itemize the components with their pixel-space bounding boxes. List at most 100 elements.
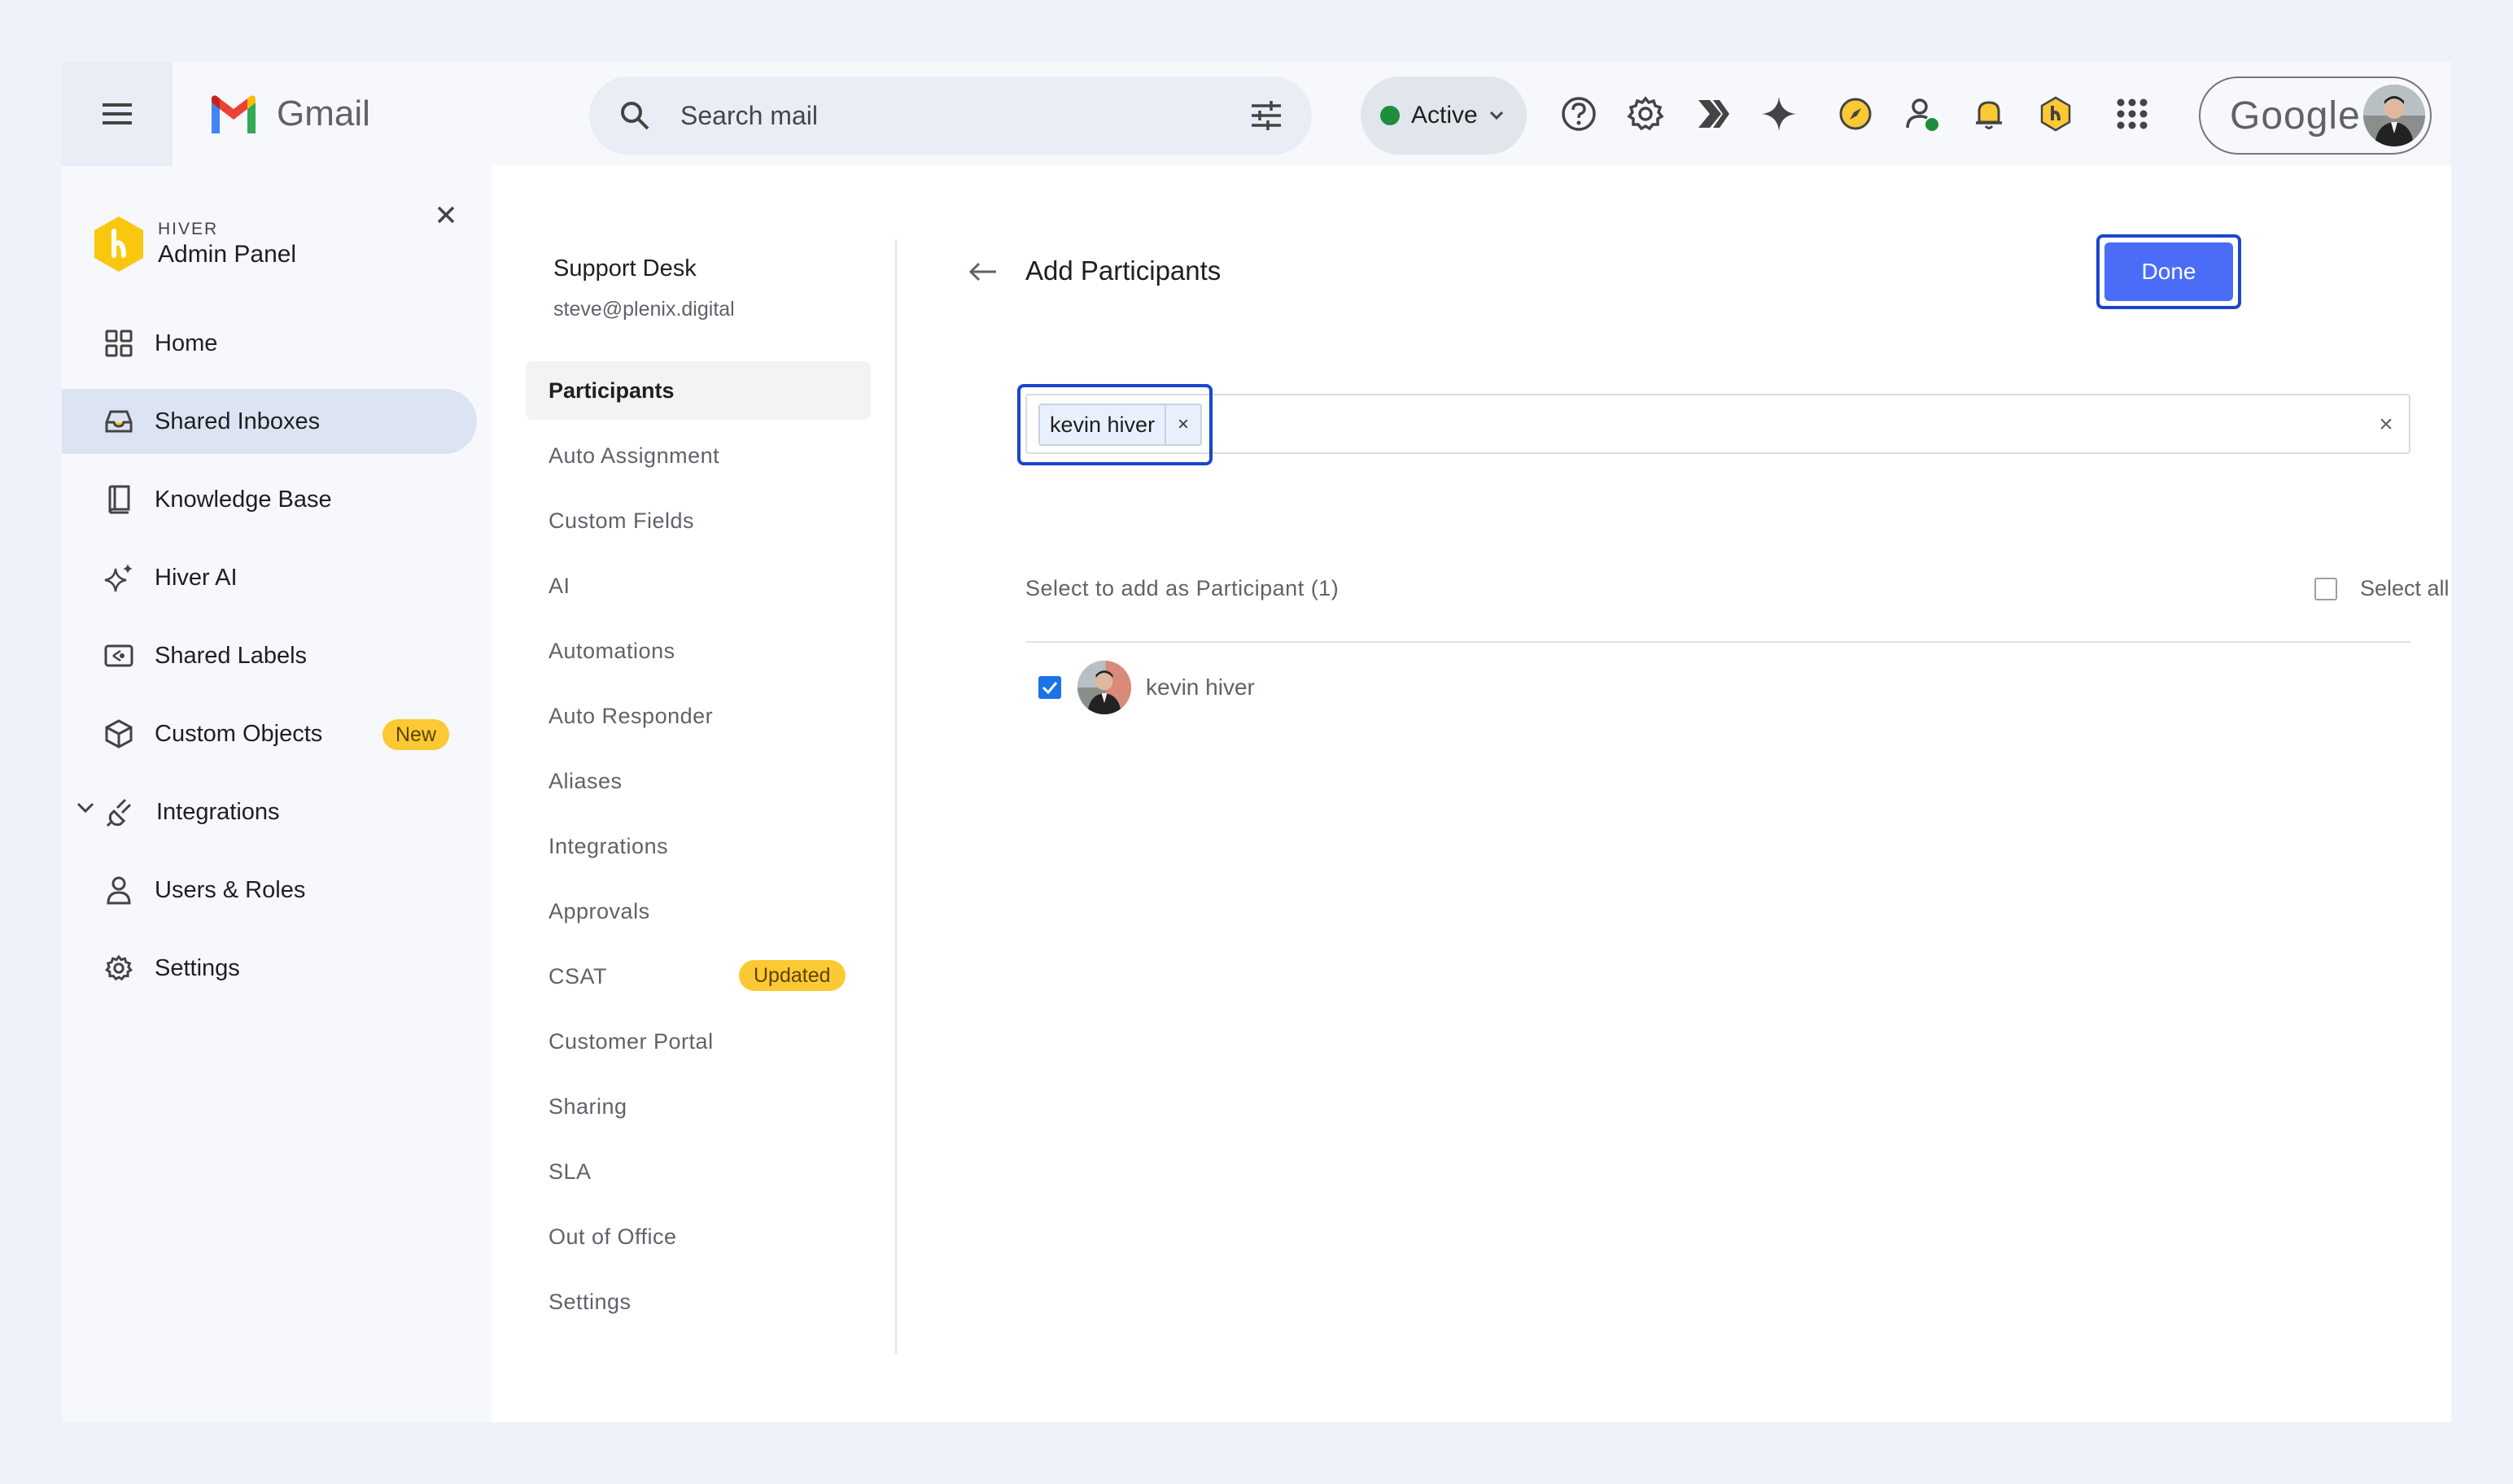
tab-integrations[interactable]: Integrations bbox=[526, 817, 871, 875]
sidebar-item-integrations[interactable]: Integrations bbox=[62, 779, 477, 845]
tab-label: CSAT bbox=[548, 963, 608, 989]
select-all-control[interactable]: Select all bbox=[2314, 576, 2450, 601]
settings-panel: Support Desk steve@plenix.digital Partic… bbox=[492, 166, 2451, 1422]
select-all-label: Select all bbox=[2360, 576, 2450, 600]
tab-automations[interactable]: Automations bbox=[526, 622, 871, 680]
inbox-settings-nav: Support Desk steve@plenix.digital Partic… bbox=[492, 166, 898, 1422]
sidebar-item-label: Shared Inboxes bbox=[155, 408, 321, 434]
google-wordmark: Google bbox=[2230, 94, 2361, 137]
hamburger-icon bbox=[103, 103, 132, 124]
sidebar-item-label: Knowledge Base bbox=[155, 486, 332, 513]
help-icon[interactable] bbox=[1551, 86, 1606, 142]
search-bar[interactable] bbox=[589, 76, 1312, 155]
tab-csat[interactable]: CSAT Updated bbox=[526, 947, 871, 1006]
tab-label: Auto Responder bbox=[548, 703, 714, 728]
sidebar-item-knowledge-base[interactable]: Knowledge Base bbox=[62, 467, 477, 532]
app-name: Gmail bbox=[277, 94, 370, 133]
search-input[interactable] bbox=[680, 100, 1250, 131]
search-icon[interactable] bbox=[618, 99, 651, 132]
tab-label: Settings bbox=[548, 1289, 632, 1314]
inbox-email: steve@plenix.digital bbox=[553, 298, 735, 321]
cube-icon bbox=[103, 718, 135, 750]
tab-approvals[interactable]: Approvals bbox=[526, 882, 871, 941]
vertical-divider bbox=[895, 239, 897, 1354]
tab-custom-fields[interactable]: Custom Fields bbox=[526, 491, 871, 550]
status-dropdown[interactable]: Active bbox=[1361, 76, 1527, 155]
tab-sla[interactable]: SLA bbox=[526, 1142, 871, 1201]
new-badge: New bbox=[382, 719, 450, 750]
tab-sharing[interactable]: Sharing bbox=[526, 1077, 871, 1136]
participant-name: kevin hiver bbox=[1146, 674, 1255, 700]
done-button[interactable]: Done bbox=[2104, 242, 2233, 301]
gmail-logo[interactable]: Gmail bbox=[208, 89, 370, 138]
tab-participants[interactable]: Participants bbox=[526, 361, 871, 420]
admin-nav: Home Shared Inboxes Knowledge Base Hiver… bbox=[62, 311, 492, 1014]
check-icon bbox=[1042, 682, 1058, 694]
tab-out-of-office[interactable]: Out of Office bbox=[526, 1207, 871, 1266]
select-all-checkbox[interactable] bbox=[2314, 577, 2337, 600]
settings-gear-icon[interactable] bbox=[1618, 86, 1673, 142]
sidebar-item-label: Home bbox=[155, 330, 218, 356]
tab-label: Auto Assignment bbox=[548, 443, 720, 468]
sidebar-item-settings[interactable]: Settings bbox=[62, 936, 477, 1001]
chevron-down-icon bbox=[1489, 111, 1503, 120]
tab-label: Custom Fields bbox=[548, 508, 695, 533]
search-options-icon[interactable] bbox=[1250, 99, 1283, 132]
tab-customer-portal[interactable]: Customer Portal bbox=[526, 1012, 871, 1071]
tab-settings[interactable]: Settings bbox=[526, 1272, 871, 1331]
done-button-focus-ring: Done bbox=[2096, 234, 2241, 309]
tab-label: SLA bbox=[548, 1159, 592, 1184]
tab-label: Integrations bbox=[548, 833, 669, 858]
main-menu-button[interactable] bbox=[62, 62, 173, 166]
apps-grid-icon[interactable] bbox=[2104, 86, 2160, 142]
sidebar-item-custom-objects[interactable]: Custom Objects New bbox=[62, 701, 477, 766]
tab-ai[interactable]: AI bbox=[526, 556, 871, 615]
select-participants-label: Select to add as Participant (1) bbox=[1025, 576, 1340, 600]
tab-label: Approvals bbox=[548, 898, 650, 923]
sidebar-item-home[interactable]: Home bbox=[62, 311, 477, 376]
gmail-m-icon bbox=[212, 95, 256, 133]
tab-label: Automations bbox=[548, 638, 675, 663]
list-item[interactable]: kevin hiver bbox=[1038, 661, 1255, 714]
notification-bell-icon[interactable] bbox=[1961, 86, 2017, 142]
book-icon bbox=[103, 483, 135, 516]
sidebar-item-label: Hiver AI bbox=[155, 564, 238, 591]
updated-badge: Updated bbox=[739, 960, 846, 991]
sidebar-item-label: Shared Labels bbox=[155, 642, 308, 669]
sidebar-item-label: Settings bbox=[155, 954, 240, 981]
sidebar-item-label: Custom Objects bbox=[155, 720, 323, 747]
status-label: Active bbox=[1411, 102, 1478, 129]
app-window: Gmail Active bbox=[62, 62, 2451, 1422]
chevron-down-icon[interactable] bbox=[76, 802, 94, 814]
tab-label: AI bbox=[548, 573, 570, 598]
sidebar-item-hiver-ai[interactable]: Hiver AI bbox=[62, 545, 477, 610]
sidebar-item-users-roles[interactable]: Users & Roles bbox=[62, 858, 477, 923]
tab-label: Participants bbox=[548, 378, 675, 403]
compass-icon[interactable] bbox=[1828, 86, 1883, 142]
sidebar-item-label: Users & Roles bbox=[155, 876, 306, 903]
google-account-button[interactable]: Google bbox=[2199, 76, 2432, 155]
gear-icon bbox=[103, 952, 135, 984]
close-panel-button[interactable] bbox=[430, 199, 462, 231]
participant-checkbox[interactable] bbox=[1038, 676, 1061, 699]
tab-auto-assignment[interactable]: Auto Assignment bbox=[526, 426, 871, 485]
add-participants-view: Add Participants Done kevin hiver × × Se… bbox=[947, 166, 2451, 1422]
clear-field-button[interactable]: × bbox=[2371, 410, 2401, 439]
tab-aliases[interactable]: Aliases bbox=[526, 752, 871, 810]
hiver-logo-icon[interactable] bbox=[2028, 86, 2083, 142]
contact-status-icon[interactable] bbox=[1895, 86, 1950, 142]
gemini-sparkle-icon[interactable] bbox=[1751, 86, 1807, 142]
chip-label: kevin hiver bbox=[1050, 412, 1156, 437]
tab-auto-responder[interactable]: Auto Responder bbox=[526, 687, 871, 745]
tab-label: Out of Office bbox=[548, 1224, 677, 1249]
account-avatar[interactable] bbox=[2363, 85, 2425, 146]
sidebar-item-shared-inboxes[interactable]: Shared Inboxes bbox=[62, 389, 477, 454]
hiver-hexagon-logo-icon bbox=[94, 216, 143, 272]
hiver-switch-icon[interactable] bbox=[1685, 86, 1740, 142]
participant-input-field[interactable]: kevin hiver × × bbox=[1017, 384, 2410, 465]
back-button[interactable] bbox=[965, 254, 1001, 290]
tab-label: Sharing bbox=[548, 1093, 627, 1119]
chip-remove-button[interactable]: × bbox=[1165, 405, 1200, 444]
sidebar-item-shared-labels[interactable]: Shared Labels bbox=[62, 623, 477, 688]
participant-chip[interactable]: kevin hiver × bbox=[1038, 404, 1203, 446]
